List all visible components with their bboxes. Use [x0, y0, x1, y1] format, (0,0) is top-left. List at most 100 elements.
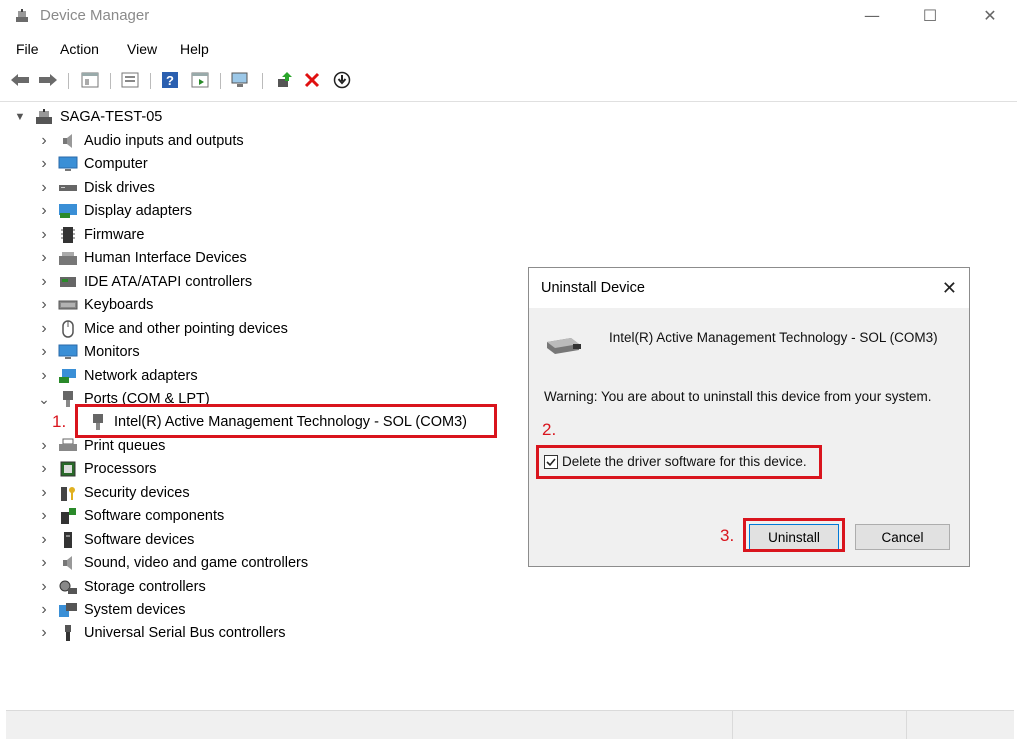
- dialog-close-icon[interactable]: ✕: [942, 278, 957, 299]
- tree-item-label: Universal Serial Bus controllers: [84, 625, 286, 641]
- close-button[interactable]: ✕: [980, 6, 1000, 26]
- chevron-right-icon[interactable]: ›: [38, 602, 50, 618]
- highlight-device-box: [75, 404, 497, 438]
- tree-item-label: Human Interface Devices: [84, 250, 247, 266]
- tree-category-item[interactable]: › Universal Serial Bus controllers: [38, 622, 285, 644]
- chevron-right-icon[interactable]: ›: [38, 203, 50, 219]
- tree-category-item[interactable]: › System devices: [38, 599, 186, 621]
- usb-icon: [58, 624, 78, 642]
- tree-category-item[interactable]: › IDE ATA/ATAPI controllers: [38, 271, 252, 293]
- tree-item-label: Audio inputs and outputs: [84, 133, 244, 149]
- back-icon[interactable]: [10, 70, 30, 90]
- tree-category-item[interactable]: › Computer: [38, 153, 147, 175]
- tree-category-item[interactable]: › Processors: [38, 458, 156, 480]
- tree-category-item[interactable]: › Keyboards: [38, 294, 153, 316]
- step-2-label: 2.: [542, 420, 557, 439]
- tree-category-item[interactable]: › Mice and other pointing devices: [38, 318, 288, 340]
- chevron-right-icon[interactable]: ›: [38, 227, 50, 243]
- processor-icon: [58, 460, 78, 478]
- mouse-icon: [58, 320, 78, 338]
- tree-item-label: Monitors: [84, 344, 140, 360]
- uninstall-icon[interactable]: [302, 70, 322, 90]
- tree-category-item[interactable]: › Print queues: [38, 435, 165, 457]
- chevron-down-icon[interactable]: ⌄: [38, 392, 50, 406]
- tree-item-label: IDE ATA/ATAPI controllers: [84, 274, 253, 290]
- chevron-right-icon[interactable]: ›: [38, 368, 50, 384]
- tree-category-item[interactable]: › Storage controllers: [38, 576, 205, 598]
- toolbar-separator: [110, 73, 111, 89]
- properties-icon[interactable]: [120, 70, 140, 90]
- chevron-right-icon[interactable]: ›: [38, 555, 50, 571]
- tree-category-item[interactable]: › Software devices: [38, 529, 194, 551]
- minimize-button[interactable]: —: [862, 6, 882, 26]
- tree-item-label: Sound, video and game controllers: [84, 555, 309, 571]
- tree-item-label: Security devices: [84, 485, 190, 501]
- tree-item-label: System devices: [84, 602, 186, 618]
- chevron-right-icon[interactable]: ›: [38, 508, 50, 524]
- tree-category-item[interactable]: › Firmware: [38, 224, 144, 246]
- monitor-icon: [58, 343, 78, 361]
- step-1-label: 1.: [52, 412, 67, 431]
- chevron-right-icon[interactable]: ›: [38, 133, 50, 149]
- chevron-right-icon[interactable]: ›: [38, 461, 50, 477]
- chevron-right-icon[interactable]: ›: [38, 321, 50, 337]
- toolbar: ?: [0, 66, 1017, 96]
- tree-category-item[interactable]: › Network adapters: [38, 365, 198, 387]
- chevron-right-icon[interactable]: ›: [38, 274, 50, 290]
- status-divider: [732, 711, 733, 739]
- maximize-button[interactable]: ☐: [920, 6, 940, 26]
- chevron-right-icon[interactable]: ›: [38, 579, 50, 595]
- tree-item-label: Network adapters: [84, 368, 198, 384]
- chevron-right-icon[interactable]: ›: [38, 485, 50, 501]
- menu-help[interactable]: Help: [180, 41, 209, 57]
- help-icon[interactable]: ?: [160, 70, 180, 90]
- chevron-right-icon[interactable]: ›: [38, 250, 50, 266]
- dialog-title-bar: Uninstall Device ✕: [529, 268, 969, 308]
- tree-category-item[interactable]: › Disk drives: [38, 177, 155, 199]
- title-bar: Device Manager — ☐ ✕: [0, 0, 1017, 34]
- tree-category-item[interactable]: › Human Interface Devices: [38, 247, 247, 269]
- chevron-right-icon[interactable]: ›: [38, 438, 50, 454]
- highlight-uninstall-box: [743, 518, 845, 552]
- chevron-right-icon[interactable]: ›: [38, 297, 50, 313]
- storage-icon: [58, 578, 78, 596]
- computer-icon: [58, 155, 78, 173]
- properties-pane-icon[interactable]: [80, 70, 100, 90]
- menu-view[interactable]: View: [127, 41, 157, 57]
- chevron-right-icon[interactable]: ›: [38, 532, 50, 548]
- computer-root-icon: [34, 108, 54, 126]
- tree-category-item[interactable]: › Monitors: [38, 341, 140, 363]
- tree-category-item[interactable]: › Display adapters: [38, 200, 192, 222]
- chevron-right-icon[interactable]: ›: [38, 156, 50, 172]
- keyboard-icon: [58, 296, 78, 314]
- menu-file[interactable]: File: [16, 41, 39, 57]
- ide-controller-icon: [58, 273, 78, 291]
- tree-category-item[interactable]: › Sound, video and game controllers: [38, 552, 308, 574]
- tree-item-label: Display adapters: [84, 203, 192, 219]
- chevron-right-icon[interactable]: ›: [38, 625, 50, 641]
- tree-category-item[interactable]: › Security devices: [38, 482, 190, 504]
- chevron-down-icon[interactable]: ▼: [14, 111, 26, 123]
- tree-item-label: Firmware: [84, 227, 145, 243]
- chevron-right-icon[interactable]: ›: [38, 344, 50, 360]
- tree-category-item[interactable]: › Software components: [38, 505, 224, 527]
- toolbar-separator: [150, 73, 151, 89]
- forward-icon[interactable]: [38, 70, 58, 90]
- tree-item-label: Mice and other pointing devices: [84, 321, 288, 337]
- tree-category-item[interactable]: › Audio inputs and outputs: [38, 130, 244, 152]
- dialog-warning: Warning: You are about to uninstall this…: [544, 389, 932, 404]
- security-icon: [58, 484, 78, 502]
- chevron-right-icon[interactable]: ›: [38, 180, 50, 196]
- system-devices-icon: [58, 601, 78, 619]
- menu-bar: File Action View Help: [0, 38, 1017, 62]
- scan-hardware-icon[interactable]: [230, 70, 250, 90]
- action-pane-icon[interactable]: [190, 70, 210, 90]
- tree-item-label: Print queues: [84, 438, 166, 454]
- update-driver-icon[interactable]: [274, 70, 294, 90]
- tree-root[interactable]: ▼ SAGA-TEST-05: [14, 106, 162, 128]
- speaker-icon: [58, 132, 78, 150]
- download-icon[interactable]: [332, 70, 352, 90]
- menu-action[interactable]: Action: [60, 41, 99, 57]
- hid-icon: [58, 249, 78, 267]
- cancel-button[interactable]: Cancel: [855, 524, 950, 550]
